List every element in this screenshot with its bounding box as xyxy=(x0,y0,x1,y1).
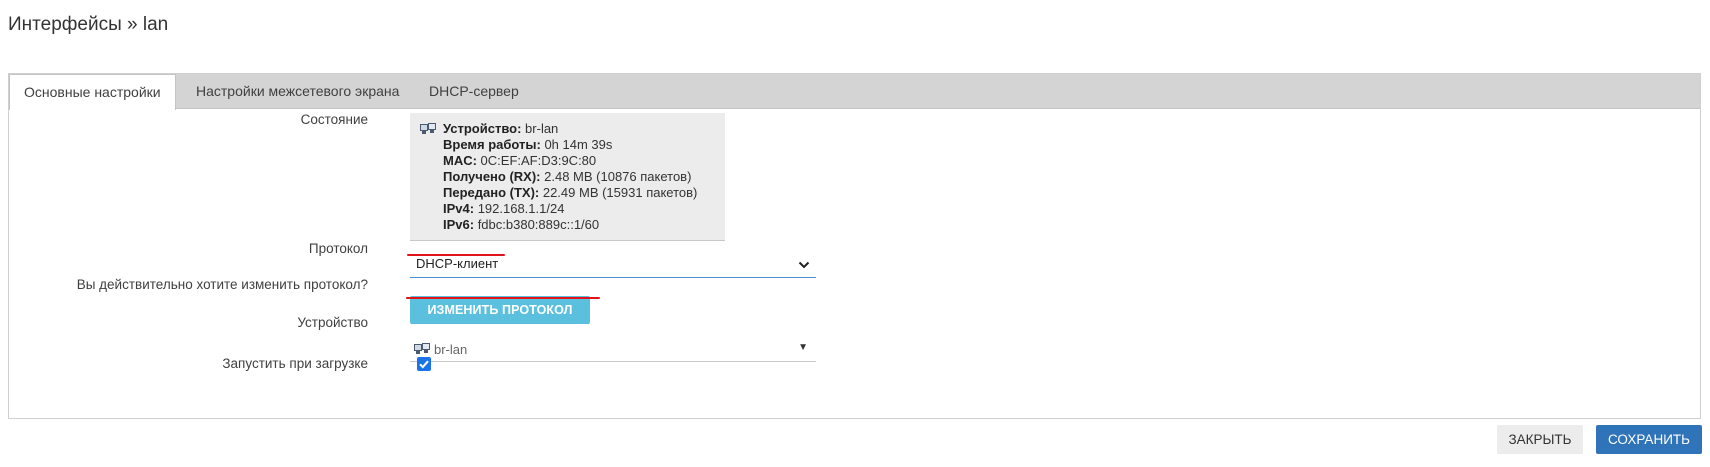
tab-general-settings[interactable]: Основные настройки xyxy=(9,74,176,110)
status-box: Устройство: br-lan Время работы: 0h 14m … xyxy=(410,113,725,241)
settings-panel: Основные настройки Настройки межсетевого… xyxy=(8,73,1701,419)
change-protocol-label: Вы действительно хотите изменить протоко… xyxy=(76,277,368,292)
caret-down-icon: ▼ xyxy=(798,342,808,353)
status-line-rx: Получено (RX): 2.48 MB (10876 пакетов) xyxy=(443,169,692,184)
autostart-label: Запустить при загрузке xyxy=(222,356,368,371)
status-details: Устройство: br-lan Время работы: 0h 14m … xyxy=(443,121,697,233)
network-interface-icon xyxy=(420,123,436,135)
protocol-select-value: DHCP-клиент xyxy=(416,256,499,271)
tab-dhcp-server[interactable]: DHCP-сервер xyxy=(415,74,533,109)
tab-firewall-settings[interactable]: Настройки межсетевого экрана xyxy=(182,74,413,109)
page-title: Интерфейсы » lan xyxy=(8,14,169,35)
status-line-tx: Передано (TX): 22.49 MB (15931 пакетов) xyxy=(443,185,698,200)
annotation-underline-change-button xyxy=(406,297,600,299)
save-button[interactable]: СОХРАНИТЬ xyxy=(1596,425,1702,454)
change-protocol-button[interactable]: ИЗМЕНИТЬ ПРОТОКОЛ xyxy=(410,296,590,324)
status-line-device: Устройство: br-lan xyxy=(443,121,559,136)
device-select[interactable]: br-lan ▼ xyxy=(410,338,816,362)
status-label: Состояние xyxy=(300,112,368,127)
status-line-ipv6: IPv6: fdbc:b380:889c::1/60 xyxy=(443,217,600,232)
status-line-mac: MAC: 0C:EF:AF:D3:9C:80 xyxy=(443,153,597,168)
autostart-checkbox[interactable] xyxy=(417,357,431,371)
annotation-underline-protocol xyxy=(407,254,505,256)
device-label: Устройство xyxy=(297,315,368,330)
close-button[interactable]: ЗАКРЫТЬ xyxy=(1497,425,1583,454)
status-line-ipv4: IPv4: 192.168.1.1/24 xyxy=(443,201,565,216)
network-interface-icon xyxy=(414,343,430,355)
device-select-value: br-lan xyxy=(434,342,468,357)
tab-bar: Основные настройки Настройки межсетевого… xyxy=(9,74,1700,110)
protocol-select[interactable]: DHCP-клиент xyxy=(410,254,816,278)
protocol-label: Протокол xyxy=(308,241,368,256)
checkmark-icon xyxy=(419,360,429,369)
status-line-uptime: Время работы: 0h 14m 39s xyxy=(443,137,613,152)
chevron-down-icon xyxy=(798,258,810,269)
